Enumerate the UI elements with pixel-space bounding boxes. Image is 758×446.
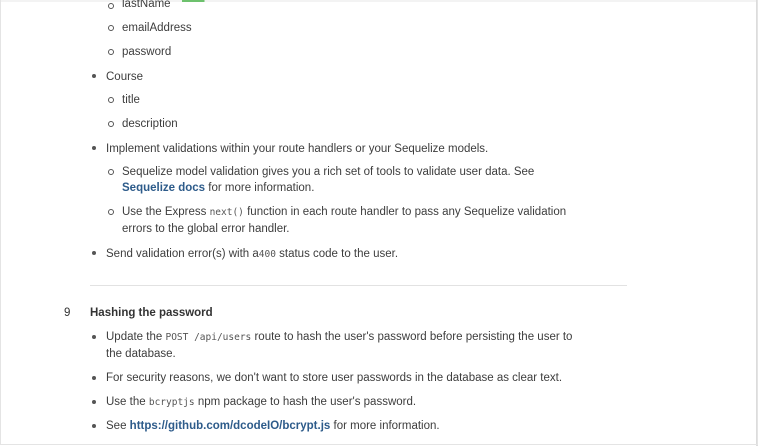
update-route-text: Update the POST /api/users route to hash… (106, 329, 572, 346)
list-bullet (108, 3, 114, 9)
list-bullet (92, 146, 96, 150)
bcrypt-suffix: npm package to hash the user's password. (197, 396, 417, 408)
list-item-lastname: lastName (122, 0, 171, 10)
bcrypt-text: Use the bcryptjs npm package to hash the… (106, 394, 416, 411)
sequelize-validation-intro: Sequelize model validation gives you a r… (122, 166, 535, 178)
step-title: Hashing the password (90, 307, 213, 319)
list-bullet (108, 25, 114, 31)
list-bullet (108, 49, 114, 55)
list-bullet (92, 74, 96, 78)
list-item-description: description (122, 118, 178, 130)
inline-code-400: 400 (258, 249, 276, 260)
inline-code-post-users: POST /api/users (165, 332, 252, 343)
inline-code-bcryptjs: bcryptjs (148, 397, 195, 408)
express-next-line2: errors to the global error handler. (122, 223, 290, 235)
express-next-text: Use the Express next() function in each … (122, 204, 566, 221)
list-bullet (92, 335, 96, 339)
send-validation-prefix: Send validation error(s) with a (106, 248, 259, 260)
list-item-title: title (122, 94, 140, 106)
update-route-suffix: route to hash the user's password before… (254, 331, 573, 343)
send-validation-suffix: status code to the user. (279, 248, 399, 260)
list-bullet (92, 400, 96, 404)
sequelize-docs-suffix: for more information. (208, 182, 315, 194)
list-bullet (92, 424, 96, 428)
send-validation-text: Send validation error(s) with a400 statu… (106, 246, 398, 263)
bcrypt-prefix: Use the (106, 396, 146, 408)
list-bullet (108, 169, 114, 175)
update-route-prefix: Update the (106, 331, 163, 343)
list-bullet (92, 376, 96, 380)
section-divider (90, 285, 627, 286)
express-next-suffix: function in each route handler to pass a… (247, 206, 567, 218)
list-item-course: Course (106, 71, 144, 83)
see-text: See https://github.com/dcodeIO/bcrypt.js… (106, 418, 440, 434)
step-number: 9 (64, 307, 71, 319)
bcrypt-github-link[interactable]: https://github.com/dcodeIO/bcrypt.js (130, 420, 331, 432)
list-item-emailaddress: emailAddress (122, 22, 192, 34)
sequelize-docs-link[interactable]: Sequelize docs (122, 182, 205, 194)
top-edge (0, 0, 758, 2)
list-bullet (108, 97, 114, 103)
list-item-password: password (122, 46, 172, 58)
list-bullet (108, 121, 114, 127)
see-suffix: for more information. (333, 420, 440, 432)
express-next-prefix: Use the Express (122, 206, 207, 218)
update-route-line2: the database. (106, 348, 176, 360)
list-item-validations: Implement validations within your route … (106, 143, 489, 155)
list-bullet (108, 209, 114, 215)
security-text: For security reasons, we don't want to s… (106, 372, 563, 384)
sequelize-validation-text: Sequelize model validation gives you a r… (122, 164, 534, 180)
inline-code-next: next() (209, 207, 244, 218)
list-bullet (92, 251, 96, 255)
sequelize-docs-line: Sequelize docs for more information. (122, 180, 314, 196)
see-prefix: See (106, 420, 127, 432)
